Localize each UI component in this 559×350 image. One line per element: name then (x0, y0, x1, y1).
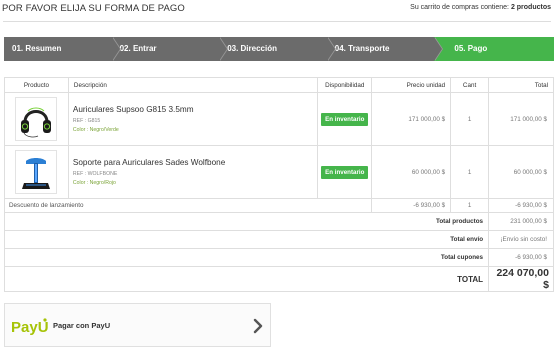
step-label: 02. Entrar (119, 44, 157, 53)
product-description-cell: Soporte para Auriculares Sades Wolfbone … (67, 145, 319, 199)
product-ref: REF : WOLFBONE (72, 171, 118, 177)
step-direccion[interactable]: 03. Dirección (219, 37, 336, 61)
step-label: 04. Transporte (334, 44, 390, 53)
discount-total: -6 930,00 $ (488, 198, 554, 213)
table-header-row: Producto Descripción Disponibilidad Prec… (4, 77, 554, 93)
summary-value: ¡Envío sin costo! (488, 230, 554, 249)
column-header-description: Descripción (67, 77, 319, 93)
headphones-icon (21, 107, 52, 138)
table-row: Auriculares Supsoo G815 3.5mm REF : G815… (4, 92, 554, 146)
payu-label: Pagar con PayU (53, 321, 111, 330)
chevron-right-icon (253, 318, 263, 334)
availability-cell: En inventario (317, 145, 373, 199)
summary-row-products: Total productos 231 000,00 $ (3, 212, 554, 231)
line-total: 60 000,00 $ (488, 145, 554, 199)
step-arrow (111, 37, 120, 61)
summary-label: Total envío (3, 230, 490, 249)
checkout-steps: 01. Resumen 02. Entrar 03. Dirección 04.… (4, 37, 554, 61)
step-arrow (219, 37, 228, 61)
product-image-cell (4, 92, 69, 146)
column-header-total: Total (488, 77, 554, 93)
cart-count: 2 productos (510, 4, 551, 11)
column-header-unit-price: Precio unidad (371, 77, 452, 93)
product-ref: REF : G815 (72, 118, 101, 124)
cart-summary-prefix: Su carrito de compras contiene: (410, 4, 511, 11)
headphone-stand-image[interactable] (15, 150, 58, 194)
step-label: 03. Dirección (227, 44, 277, 53)
summary-row-coupons: Total cupones -6 930,00 $ (3, 248, 554, 267)
discount-label: Descuento de lanzamiento (3, 198, 373, 213)
product-color: Color : Negro/Rojo (72, 180, 116, 186)
stock-badge: En inventario (321, 165, 369, 179)
cart-summary: Su carrito de compras contiene: 2 produc… (410, 4, 551, 11)
product-description-cell: Auriculares Supsoo G815 3.5mm REF : G815… (67, 92, 319, 146)
header-divider (3, 21, 551, 22)
step-label: 01. Resumen (12, 44, 62, 53)
step-arrow (326, 37, 335, 61)
column-header-product: Producto (4, 77, 69, 93)
page-title: POR FAVOR ELIJA SU FORMA DE PAGO (2, 3, 185, 14)
headphones-image[interactable] (15, 97, 58, 141)
page-header: POR FAVOR ELIJA SU FORMA DE PAGO Su carr… (0, 0, 559, 24)
product-name[interactable]: Auriculares Supsoo G815 3.5mm (73, 105, 317, 114)
quantity: 1 (450, 145, 490, 199)
summary-value: -6 930,00 $ (488, 248, 554, 267)
grand-total-label: TOTAL (3, 266, 490, 292)
payu-payment-option[interactable]: PayU Pagar con PayU (4, 303, 271, 347)
product-name[interactable]: Soporte para Auriculares Sades Wolfbone (73, 158, 317, 167)
step-entrar[interactable]: 02. Entrar (111, 37, 229, 61)
headphone-stand-icon (22, 158, 51, 189)
table-row: Soporte para Auriculares Sades Wolfbone … (4, 145, 554, 199)
grand-total-value: 224 070,00 $ (488, 266, 554, 292)
grand-total-row: TOTAL 224 070,00 $ (3, 266, 554, 292)
payu-logo: PayU (11, 318, 48, 336)
discount-row: Descuento de lanzamiento -6 930,00 $ 1 -… (3, 198, 554, 213)
unit-price: 171 000,00 $ (371, 92, 452, 146)
column-header-qty: Cant (450, 77, 490, 93)
summary-label: Total productos (3, 212, 490, 231)
summary-value: 231 000,00 $ (488, 212, 554, 231)
quantity: 1 (450, 92, 490, 146)
step-label: 05. Pago (454, 44, 488, 53)
stock-badge: En inventario (321, 112, 369, 126)
column-header-availability: Disponibilidad (317, 77, 373, 93)
discount-qty: 1 (450, 198, 490, 213)
summary-row-shipping: Total envío ¡Envío sin costo! (3, 230, 554, 249)
payu-logo-text: PayU (11, 319, 48, 336)
product-image-cell (4, 145, 69, 199)
availability-cell: En inventario (317, 92, 373, 146)
step-arrow (434, 37, 443, 61)
step-pago: 05. Pago (434, 37, 554, 61)
line-total: 171 000,00 $ (488, 92, 554, 146)
discount-unit-price: -6 930,00 $ (371, 198, 452, 213)
step-transporte[interactable]: 04. Transporte (326, 37, 444, 61)
cart-table: Producto Descripción Disponibilidad Prec… (3, 77, 554, 292)
step-resumen[interactable]: 01. Resumen (4, 37, 121, 61)
unit-price: 60 000,00 $ (371, 145, 452, 199)
product-color: Color : Negro/Verde (72, 127, 119, 133)
summary-label: Total cupones (3, 248, 490, 267)
